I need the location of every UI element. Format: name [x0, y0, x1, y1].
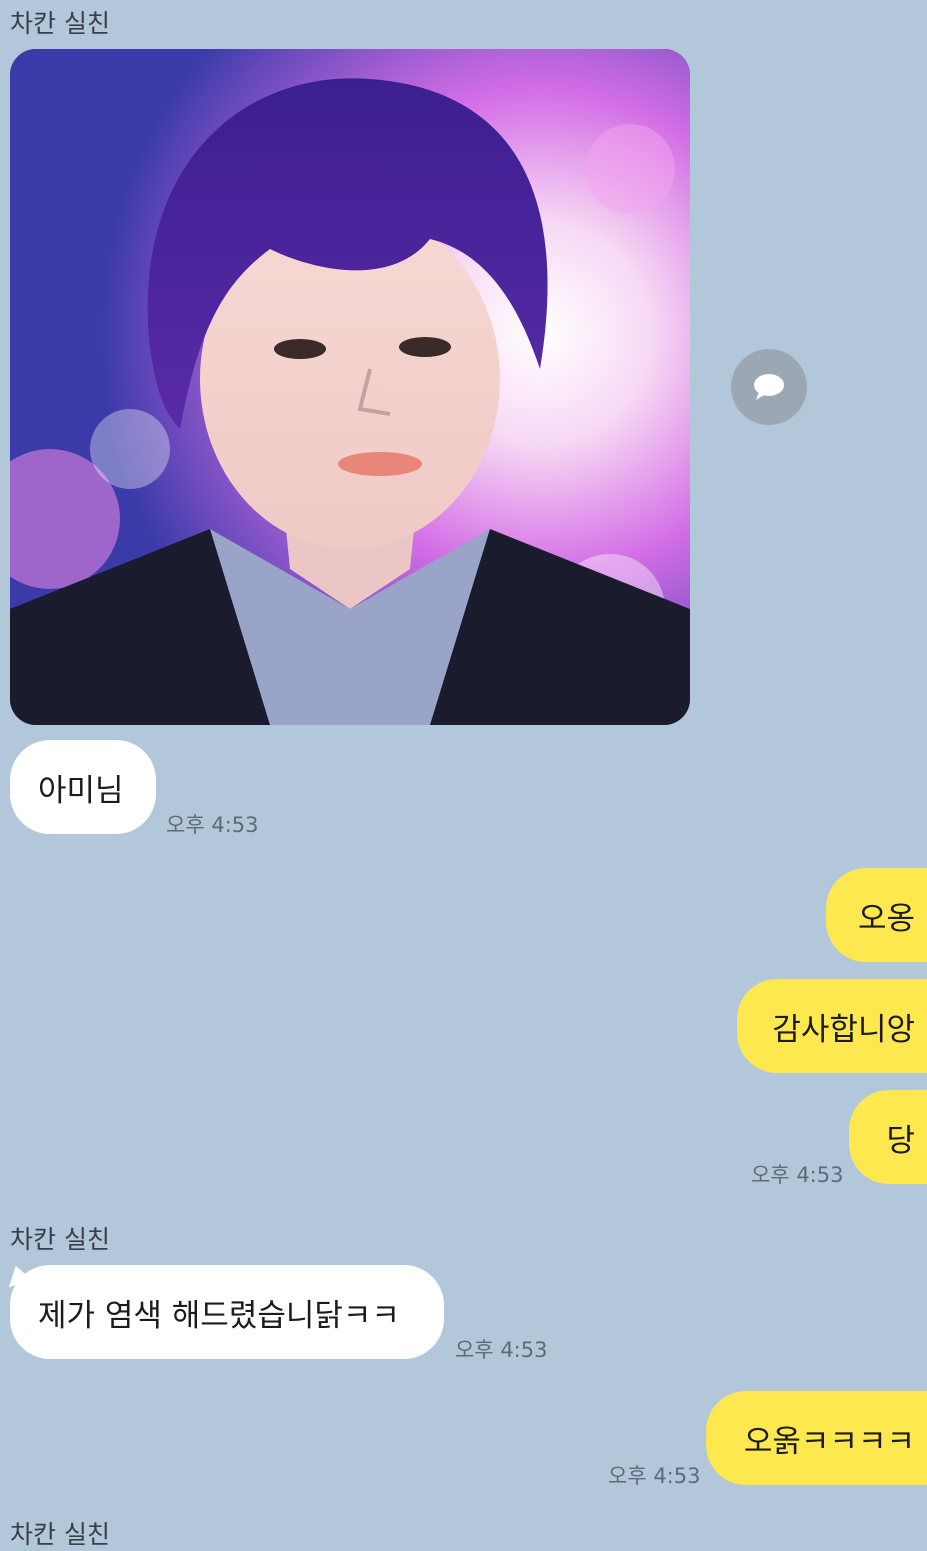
share-button[interactable] [731, 349, 807, 425]
message-text: 오옭ㅋㅋㅋㅋ [743, 1423, 915, 1460]
message-text: 감사합니앙 [772, 1011, 915, 1048]
sender-name: 차칸 실친 [10, 1520, 110, 1549]
message-time: 오후 4:53 [608, 1464, 701, 1488]
photo-image [10, 49, 690, 725]
message-text: 아미님 [38, 772, 124, 809]
speech-bubble-icon [754, 374, 784, 400]
incoming-message[interactable]: 아미님 [10, 740, 156, 834]
outgoing-message[interactable]: 당 [849, 1090, 927, 1184]
message-text: 오옹 [857, 900, 915, 937]
sender-name: 차칸 실친 [10, 9, 110, 38]
outgoing-message[interactable]: 오옭ㅋㅋㅋㅋ [706, 1391, 927, 1485]
incoming-message[interactable]: 제가 염색 해드렸습니닭ㅋㅋ [10, 1265, 444, 1359]
message-time: 오후 4:53 [166, 813, 259, 837]
photo-message[interactable] [10, 49, 690, 725]
message-time: 오후 4:53 [455, 1338, 548, 1362]
message-text: 제가 염색 해드렸습니닭ㅋㅋ [38, 1297, 400, 1334]
message-text: 당 [886, 1122, 915, 1159]
sender-name: 차칸 실친 [10, 1225, 110, 1254]
message-time: 오후 4:53 [751, 1163, 844, 1187]
outgoing-message[interactable]: 감사합니앙 [737, 979, 927, 1073]
outgoing-message[interactable]: 오옹 [826, 868, 927, 962]
